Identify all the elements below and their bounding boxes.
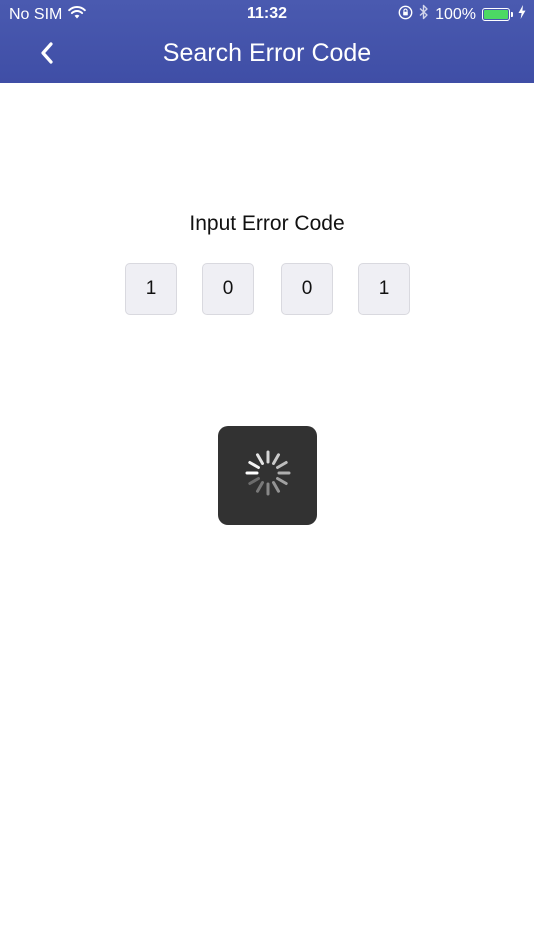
navigation-bar: Search Error Code bbox=[0, 28, 534, 83]
page-title: Search Error Code bbox=[162, 39, 372, 67]
spinner-spoke bbox=[271, 453, 280, 465]
battery-percent: 100% bbox=[435, 5, 476, 23]
error-code-prompt: Input Error Code bbox=[189, 212, 345, 235]
bluetooth-icon bbox=[419, 4, 429, 25]
spinner-spoke bbox=[255, 453, 264, 465]
spinner-spoke bbox=[275, 461, 288, 469]
status-bar: No SIM 11:32 100% bbox=[0, 0, 534, 28]
orientation-lock-icon bbox=[398, 5, 413, 25]
charging-bolt-icon bbox=[518, 5, 526, 24]
spinner-spoke bbox=[255, 481, 264, 493]
code-digit-4[interactable]: 1 bbox=[358, 263, 410, 315]
error-code-inputs: 1 0 0 1 bbox=[0, 263, 534, 315]
spinner-spoke bbox=[247, 477, 260, 485]
spinner-spoke bbox=[247, 461, 260, 469]
top-bar: No SIM 11:32 100% Search Error Code bbox=[0, 0, 534, 83]
code-digit-3[interactable]: 0 bbox=[281, 263, 333, 315]
activity-spinner-icon bbox=[243, 448, 293, 503]
code-digit-2[interactable]: 0 bbox=[202, 263, 254, 315]
spinner-spoke bbox=[271, 481, 280, 493]
status-right: 100% bbox=[398, 4, 526, 25]
loading-indicator bbox=[218, 426, 317, 525]
battery-icon bbox=[482, 8, 513, 21]
code-digit-1[interactable]: 1 bbox=[125, 263, 177, 315]
spinner-spoke bbox=[275, 477, 288, 485]
